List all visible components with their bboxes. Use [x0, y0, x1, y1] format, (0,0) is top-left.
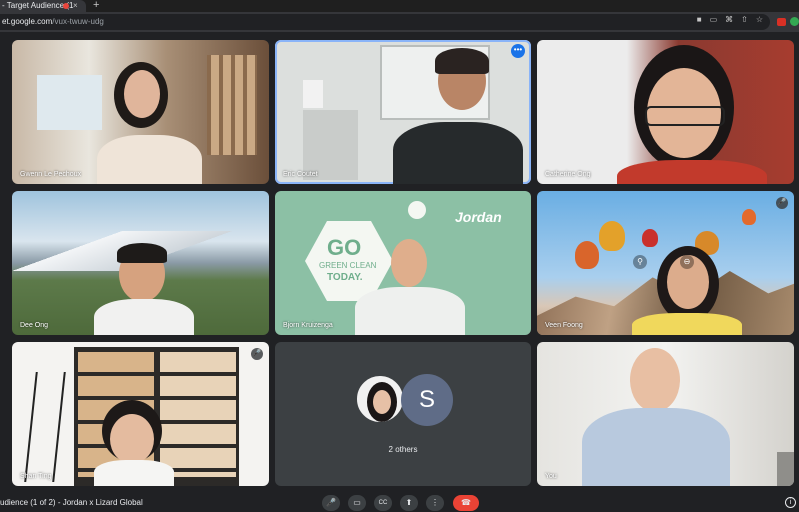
balloon-shape — [599, 221, 625, 251]
face-shape — [124, 70, 160, 118]
body-shape — [632, 313, 742, 335]
mic-off-icon: 🎤 — [251, 348, 263, 360]
avatar — [355, 374, 405, 424]
extension-red-icon[interactable] — [777, 18, 786, 26]
today-text: TODAY. — [327, 272, 363, 283]
hangup-icon: ☎ — [461, 498, 471, 507]
share-icon[interactable]: ⇧ — [741, 15, 748, 24]
face-shape — [373, 390, 391, 414]
meeting-info-icon[interactable]: i — [785, 497, 796, 508]
camera-button[interactable]: ▭ — [348, 495, 366, 511]
participant-name: Shan Ting — [20, 473, 52, 480]
chair-shape — [777, 452, 794, 486]
cast-icon[interactable]: ▭ — [710, 15, 718, 24]
avatar-letter: S — [401, 374, 453, 426]
jordan-logo-text: Jordan — [455, 209, 502, 225]
participant-name: Eric Coutet — [283, 171, 318, 178]
body-shape — [393, 122, 523, 184]
glasses-shape — [645, 106, 725, 126]
profile-avatar-icon[interactable] — [790, 17, 799, 26]
hair-shape — [117, 243, 167, 263]
body-shape — [355, 287, 465, 335]
body-shape — [94, 460, 174, 486]
participant-name: You — [545, 473, 557, 480]
video-tile[interactable]: Gwenn Le Pechoux — [12, 40, 269, 184]
recording-indicator-icon — [63, 3, 69, 9]
bookmark-star-icon[interactable]: ☆ — [756, 15, 763, 24]
remove-icon[interactable]: ⊖ — [680, 255, 694, 269]
present-icon: ⬆ — [405, 498, 413, 507]
meeting-controls-bar: udience (1 of 2) - Jordan x Lizard Globa… — [0, 492, 799, 512]
participant-name: Dee Ong — [20, 322, 49, 329]
meeting-title: udience (1 of 2) - Jordan x Lizard Globa… — [0, 498, 143, 507]
meet-grid: Gwenn Le Pechoux ••• Eric Coutet Catheri… — [0, 32, 799, 512]
video-tile[interactable]: 🎤 Shan Ting — [12, 342, 269, 486]
others-label: 2 others — [388, 445, 418, 454]
participant-name: Veen Foong — [545, 322, 583, 329]
mic-icon: 🎤 — [326, 498, 336, 507]
video-tile[interactable]: 🎤 ⚲ ⊖ Veen Foong — [537, 191, 794, 335]
cabinet-shape — [303, 110, 358, 180]
video-tile-self[interactable]: You — [537, 342, 794, 486]
mic-button[interactable]: 🎤 — [322, 495, 340, 511]
captions-button[interactable]: CC — [374, 495, 392, 511]
url-host: et.google.com — [2, 17, 53, 26]
mic-off-icon: 🎤 — [776, 197, 788, 209]
video-tile[interactable]: GO GREEN CLEAN TODAY. Jordan Bjorn Kruiz… — [275, 191, 531, 335]
device-shape — [303, 80, 323, 108]
body-shape — [94, 299, 194, 335]
badge-icon — [408, 201, 426, 219]
leave-call-button[interactable]: ☎ — [453, 495, 479, 511]
body-shape — [582, 408, 730, 486]
balloon-shape — [575, 241, 599, 269]
lamp-shape — [24, 372, 66, 482]
new-tab-button[interactable]: + — [93, 0, 99, 11]
address-bar: et.google.com/vux-twuw-udg — [0, 12, 799, 32]
captions-icon: CC — [378, 500, 388, 506]
video-tile[interactable]: Dee Ong — [12, 191, 269, 335]
tab-close-icon[interactable]: × — [73, 0, 78, 12]
participant-name: Bjorn Kruizenga — [283, 322, 333, 329]
more-options-icon[interactable]: ••• — [511, 44, 525, 58]
camera-icon: ▭ — [353, 498, 361, 507]
browser-tab[interactable]: - Target Audience (1 × — [0, 0, 86, 12]
others-tile[interactable]: S 2 others — [275, 342, 531, 486]
balloon-shape — [642, 229, 658, 247]
present-button[interactable]: ⬆ — [400, 495, 418, 511]
body-shape — [617, 160, 767, 184]
window-shape — [37, 75, 102, 130]
more-vert-icon: ⋮ — [431, 498, 439, 507]
balloon-shape — [742, 209, 756, 225]
face-shape — [391, 239, 427, 287]
shelf-shape — [207, 55, 257, 155]
face-shape — [630, 348, 680, 412]
url-field[interactable]: et.google.com/vux-twuw-udg — [0, 14, 770, 30]
body-shape — [97, 135, 202, 184]
face-shape — [110, 414, 154, 464]
participant-name: Gwenn Le Pechoux — [20, 171, 82, 178]
pin-icon[interactable]: ⚲ — [633, 255, 647, 269]
go-text: GO — [327, 235, 362, 260]
video-tile-active[interactable]: ••• Eric Coutet — [275, 40, 531, 184]
more-options-button[interactable]: ⋮ — [426, 495, 444, 511]
camera-icon[interactable]: ■ — [697, 15, 702, 24]
address-icons: ■ ▭ ⌘ ⇧ ☆ — [697, 15, 763, 24]
hair-shape — [435, 48, 489, 74]
books-shape — [160, 352, 236, 477]
tab-bar: - Target Audience (1 × + — [0, 0, 799, 12]
video-tile[interactable]: Catherine Ong — [537, 40, 794, 184]
url-path: /vux-twuw-udg — [52, 17, 104, 26]
participant-name: Catherine Ong — [545, 171, 591, 178]
extensions-icon[interactable]: ⌘ — [725, 15, 733, 24]
green-clean-text: GREEN CLEAN — [319, 261, 377, 270]
